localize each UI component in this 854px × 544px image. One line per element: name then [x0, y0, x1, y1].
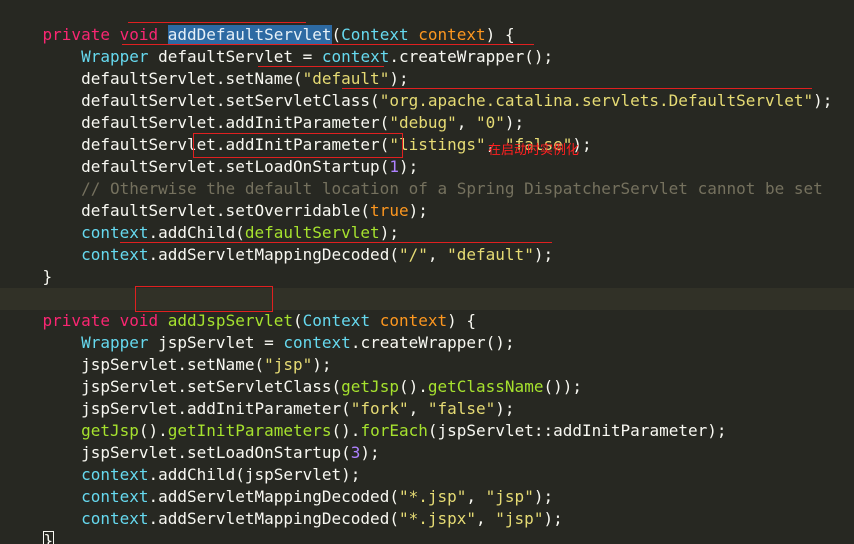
- object: context: [81, 509, 149, 528]
- punct: ());: [543, 377, 582, 396]
- code-line-9[interactable]: defaultServlet.setOverridable(true);: [4, 178, 428, 220]
- string: "/": [398, 245, 428, 264]
- red-box-loadonstartup: [193, 133, 403, 158]
- code-line-2[interactable]: Wrapper defaultServlet = context.createW…: [4, 24, 553, 66]
- red-underline-method: [128, 22, 306, 23]
- call: .addServletMappingDecoded(: [148, 245, 399, 264]
- object: context: [81, 245, 149, 264]
- punct: );: [408, 201, 428, 220]
- closing-brace-cursor[interactable]: }: [42, 531, 55, 544]
- argument: jspServlet: [437, 421, 534, 440]
- code-line-3[interactable]: defaultServlet.setName("default");: [4, 46, 409, 88]
- punct: );: [533, 245, 554, 264]
- punct: );: [543, 509, 563, 528]
- code-line-15[interactable]: Wrapper jspServlet = context.createWrapp…: [4, 310, 515, 352]
- code-line-21[interactable]: context.addChild(jspServlet);: [4, 442, 360, 484]
- red-underline-wrapper: [122, 44, 534, 45]
- code-line-22[interactable]: context.addServletMappingDecoded("*.jsp"…: [4, 464, 553, 506]
- string: "*.jspx": [398, 509, 477, 528]
- call: .createWrapper();: [389, 47, 554, 66]
- punct: );: [360, 443, 380, 462]
- annotation-text: 在启动时实例化: [488, 143, 580, 158]
- punct: (: [427, 421, 438, 440]
- string: "jsp": [495, 509, 544, 528]
- code-editor[interactable]: private void addDefaultServlet(Context c…: [0, 0, 854, 544]
- code-line-11[interactable]: context.addServletMappingDecoded("/", "d…: [4, 222, 553, 264]
- code-line-10[interactable]: context.addChild(defaultServlet);: [4, 200, 399, 242]
- string: "default": [447, 245, 534, 264]
- code-line-8[interactable]: // Otherwise the default location of a S…: [4, 156, 823, 198]
- code-line-20[interactable]: jspServlet.setLoadOnStartup(3);: [4, 420, 380, 462]
- punct: ,: [476, 509, 496, 528]
- punct: ,: [427, 245, 448, 264]
- red-box-jsp-method: [135, 286, 273, 312]
- call: .addServletMappingDecoded(: [148, 509, 399, 528]
- code-line-19[interactable]: getJsp().getInitParameters().forEach(jsp…: [4, 398, 726, 440]
- punct: );: [813, 91, 833, 110]
- red-underline-servletclass: [342, 88, 812, 89]
- code-line-6[interactable]: defaultServlet.addInitParameter("listing…: [4, 112, 592, 154]
- punct: );: [707, 421, 727, 440]
- code-line-12[interactable]: }: [4, 244, 53, 286]
- code-line-1[interactable]: private void addDefaultServlet(Context c…: [4, 2, 515, 44]
- code-line-23[interactable]: context.addServletMappingDecoded("*.jspx…: [4, 486, 563, 528]
- red-underline-setname: [258, 66, 384, 67]
- code-line-5[interactable]: defaultServlet.addInitParameter("debug",…: [4, 90, 524, 132]
- red-underline-mapping: [120, 242, 552, 243]
- code-line-16[interactable]: jspServlet.setName("jsp");: [4, 332, 331, 374]
- closing-brace: }: [42, 267, 53, 286]
- code-line-24[interactable]: }: [4, 508, 55, 544]
- method-ref: ::addInitParameter: [533, 421, 708, 440]
- code-line-4[interactable]: defaultServlet.setServletClass("org.apac…: [4, 68, 832, 110]
- code-line-17[interactable]: jspServlet.setServletClass(getJsp().getC…: [4, 354, 582, 396]
- call: .createWrapper();: [350, 333, 515, 352]
- code-line-18[interactable]: jspServlet.addInitParameter("fork", "fal…: [4, 376, 514, 418]
